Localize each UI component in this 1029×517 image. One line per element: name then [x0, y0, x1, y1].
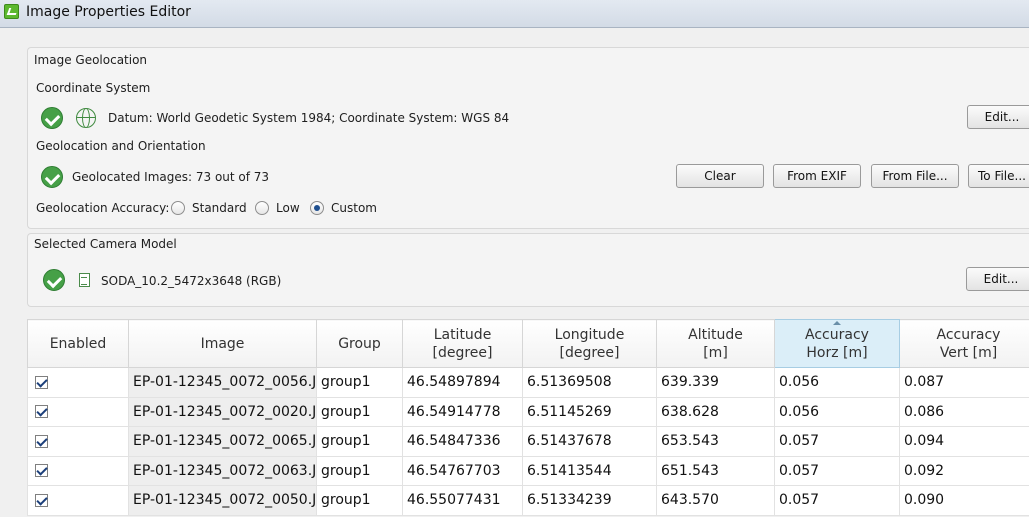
column-header-accuracy-vert[interactable]: Accuracy Vert [m]	[899, 319, 1029, 368]
datum-text: Datum: World Geodetic System 1984; Coord…	[108, 111, 510, 125]
latitude-cell[interactable]: 46.55077431	[402, 485, 523, 516]
table-row[interactable]: EP-01-12345_0072_0065.JPG group1 46.5484…	[27, 426, 1029, 457]
altitude-cell[interactable]: 639.339	[656, 367, 775, 398]
table-header-row: Enabled Image Group Latitude [degree] Lon…	[27, 319, 1029, 368]
column-header-altitude[interactable]: Altitude [m]	[656, 319, 775, 368]
geolocation-section-title: Image Geolocation	[34, 53, 148, 67]
enabled-checkbox[interactable]	[35, 375, 48, 389]
image-cell[interactable]: EP-01-12345_0072_0065.JPG	[128, 426, 317, 457]
window-title: Image Properties Editor	[26, 4, 191, 20]
enabled-checkbox[interactable]	[35, 434, 48, 448]
latitude-cell[interactable]: 46.54767703	[402, 455, 523, 486]
table-row[interactable]: EP-01-12345_0072_0020.JPG group1 46.5491…	[27, 396, 1029, 427]
column-header-accuracy-horz[interactable]: Accuracy Horz [m]	[774, 319, 900, 368]
enabled-checkbox[interactable]	[35, 405, 48, 419]
latitude-cell[interactable]: 46.54897894	[402, 367, 523, 398]
altitude-cell[interactable]: 643.570	[656, 485, 775, 516]
accuracy-vert-cell[interactable]: 0.094	[899, 426, 1029, 457]
column-header-image[interactable]: Image	[128, 319, 317, 368]
altitude-cell[interactable]: 638.628	[656, 396, 775, 427]
image-cell[interactable]: EP-01-12345_0072_0020.JPG	[128, 396, 317, 427]
from-exif-button[interactable]: From EXIF	[773, 164, 861, 188]
check-circle-icon	[41, 166, 63, 188]
group-cell[interactable]: group1	[316, 396, 403, 427]
accuracy-low-label: Low	[276, 201, 300, 215]
accuracy-custom-label: Custom	[331, 201, 377, 215]
image-cell[interactable]: EP-01-12345_0072_0056.JPG	[128, 367, 317, 398]
enabled-cell[interactable]	[27, 485, 129, 516]
globe-icon	[76, 108, 96, 128]
table-row[interactable]: EP-01-12345_0072_0063.JPG group1 46.5476…	[27, 455, 1029, 486]
longitude-cell[interactable]: 6.51437678	[522, 426, 657, 457]
accuracy-horz-cell[interactable]: 0.057	[774, 485, 900, 516]
image-cell[interactable]: EP-01-12345_0072_0063.JPG	[128, 455, 317, 486]
accuracy-low-radio[interactable]	[255, 201, 269, 215]
altitude-cell[interactable]: 653.543	[656, 426, 775, 457]
image-cell[interactable]: EP-01-12345_0072_0050.JPG	[128, 485, 317, 516]
accuracy-standard-label: Standard	[192, 201, 247, 215]
image-geolocation-panel: Image Geolocation Coordinate System Datu…	[27, 47, 1029, 229]
accuracy-vert-cell[interactable]: 0.087	[899, 367, 1029, 398]
accuracy-vert-cell[interactable]: 0.086	[899, 396, 1029, 427]
enabled-cell[interactable]	[27, 426, 129, 457]
accuracy-horz-cell[interactable]: 0.057	[774, 455, 900, 486]
group-cell[interactable]: group1	[316, 426, 403, 457]
coordinate-system-edit-button[interactable]: Edit...	[967, 105, 1029, 129]
geolocated-images-status: Geolocated Images: 73 out of 73	[72, 170, 270, 184]
latitude-cell[interactable]: 46.54847336	[402, 426, 523, 457]
accuracy-horz-cell[interactable]: 0.057	[774, 426, 900, 457]
accuracy-custom-radio[interactable]	[310, 201, 324, 215]
group-cell[interactable]: group1	[316, 455, 403, 486]
latitude-cell[interactable]: 46.54914778	[402, 396, 523, 427]
camera-model-text: SODA_10.2_5472x3648 (RGB)	[101, 274, 282, 288]
accuracy-vert-cell[interactable]: 0.090	[899, 485, 1029, 516]
group-cell[interactable]: group1	[316, 367, 403, 398]
app-icon	[4, 4, 19, 19]
column-header-enabled[interactable]: Enabled	[27, 319, 129, 368]
altitude-cell[interactable]: 651.543	[656, 455, 775, 486]
group-cell[interactable]: group1	[316, 485, 403, 516]
accuracy-horz-cell[interactable]: 0.056	[774, 367, 900, 398]
check-circle-icon	[43, 269, 65, 291]
enabled-cell[interactable]	[27, 455, 129, 486]
document-icon	[79, 273, 90, 287]
from-file-button[interactable]: From File...	[871, 164, 959, 188]
coordinate-system-heading: Coordinate System	[36, 81, 151, 95]
accuracy-horz-cell[interactable]: 0.056	[774, 396, 900, 427]
table-row[interactable]: EP-01-12345_0072_0050.JPG group1 46.5507…	[27, 485, 1029, 516]
camera-section-title: Selected Camera Model	[34, 237, 177, 251]
enabled-checkbox[interactable]	[35, 464, 48, 478]
geolocation-orientation-heading: Geolocation and Orientation	[36, 139, 206, 153]
camera-model-panel: Selected Camera Model SODA_10.2_5472x364…	[27, 233, 1029, 307]
longitude-cell[interactable]: 6.51145269	[522, 396, 657, 427]
table-row[interactable]: EP-01-12345_0072_0056.JPG group1 46.5489…	[27, 367, 1029, 398]
column-header-latitude[interactable]: Latitude [degree]	[402, 319, 523, 368]
accuracy-standard-radio[interactable]	[171, 201, 185, 215]
longitude-cell[interactable]: 6.51334239	[522, 485, 657, 516]
accuracy-vert-cell[interactable]: 0.092	[899, 455, 1029, 486]
camera-model-edit-button[interactable]: Edit...	[966, 267, 1029, 291]
check-circle-icon	[41, 107, 63, 129]
geolocation-accuracy-label: Geolocation Accuracy:	[36, 201, 170, 215]
to-file-button[interactable]: To File...	[968, 164, 1029, 188]
longitude-cell[interactable]: 6.51413544	[522, 455, 657, 486]
enabled-cell[interactable]	[27, 396, 129, 427]
longitude-cell[interactable]: 6.51369508	[522, 367, 657, 398]
column-header-longitude[interactable]: Longitude [degree]	[522, 319, 657, 368]
title-bar: Image Properties Editor	[0, 0, 1029, 28]
clear-button[interactable]: Clear	[676, 164, 764, 188]
enabled-checkbox[interactable]	[35, 493, 48, 507]
enabled-cell[interactable]	[27, 367, 129, 398]
image-properties-table: Enabled Image Group Latitude [degree] Lon…	[27, 319, 1029, 516]
column-header-group[interactable]: Group	[316, 319, 403, 368]
